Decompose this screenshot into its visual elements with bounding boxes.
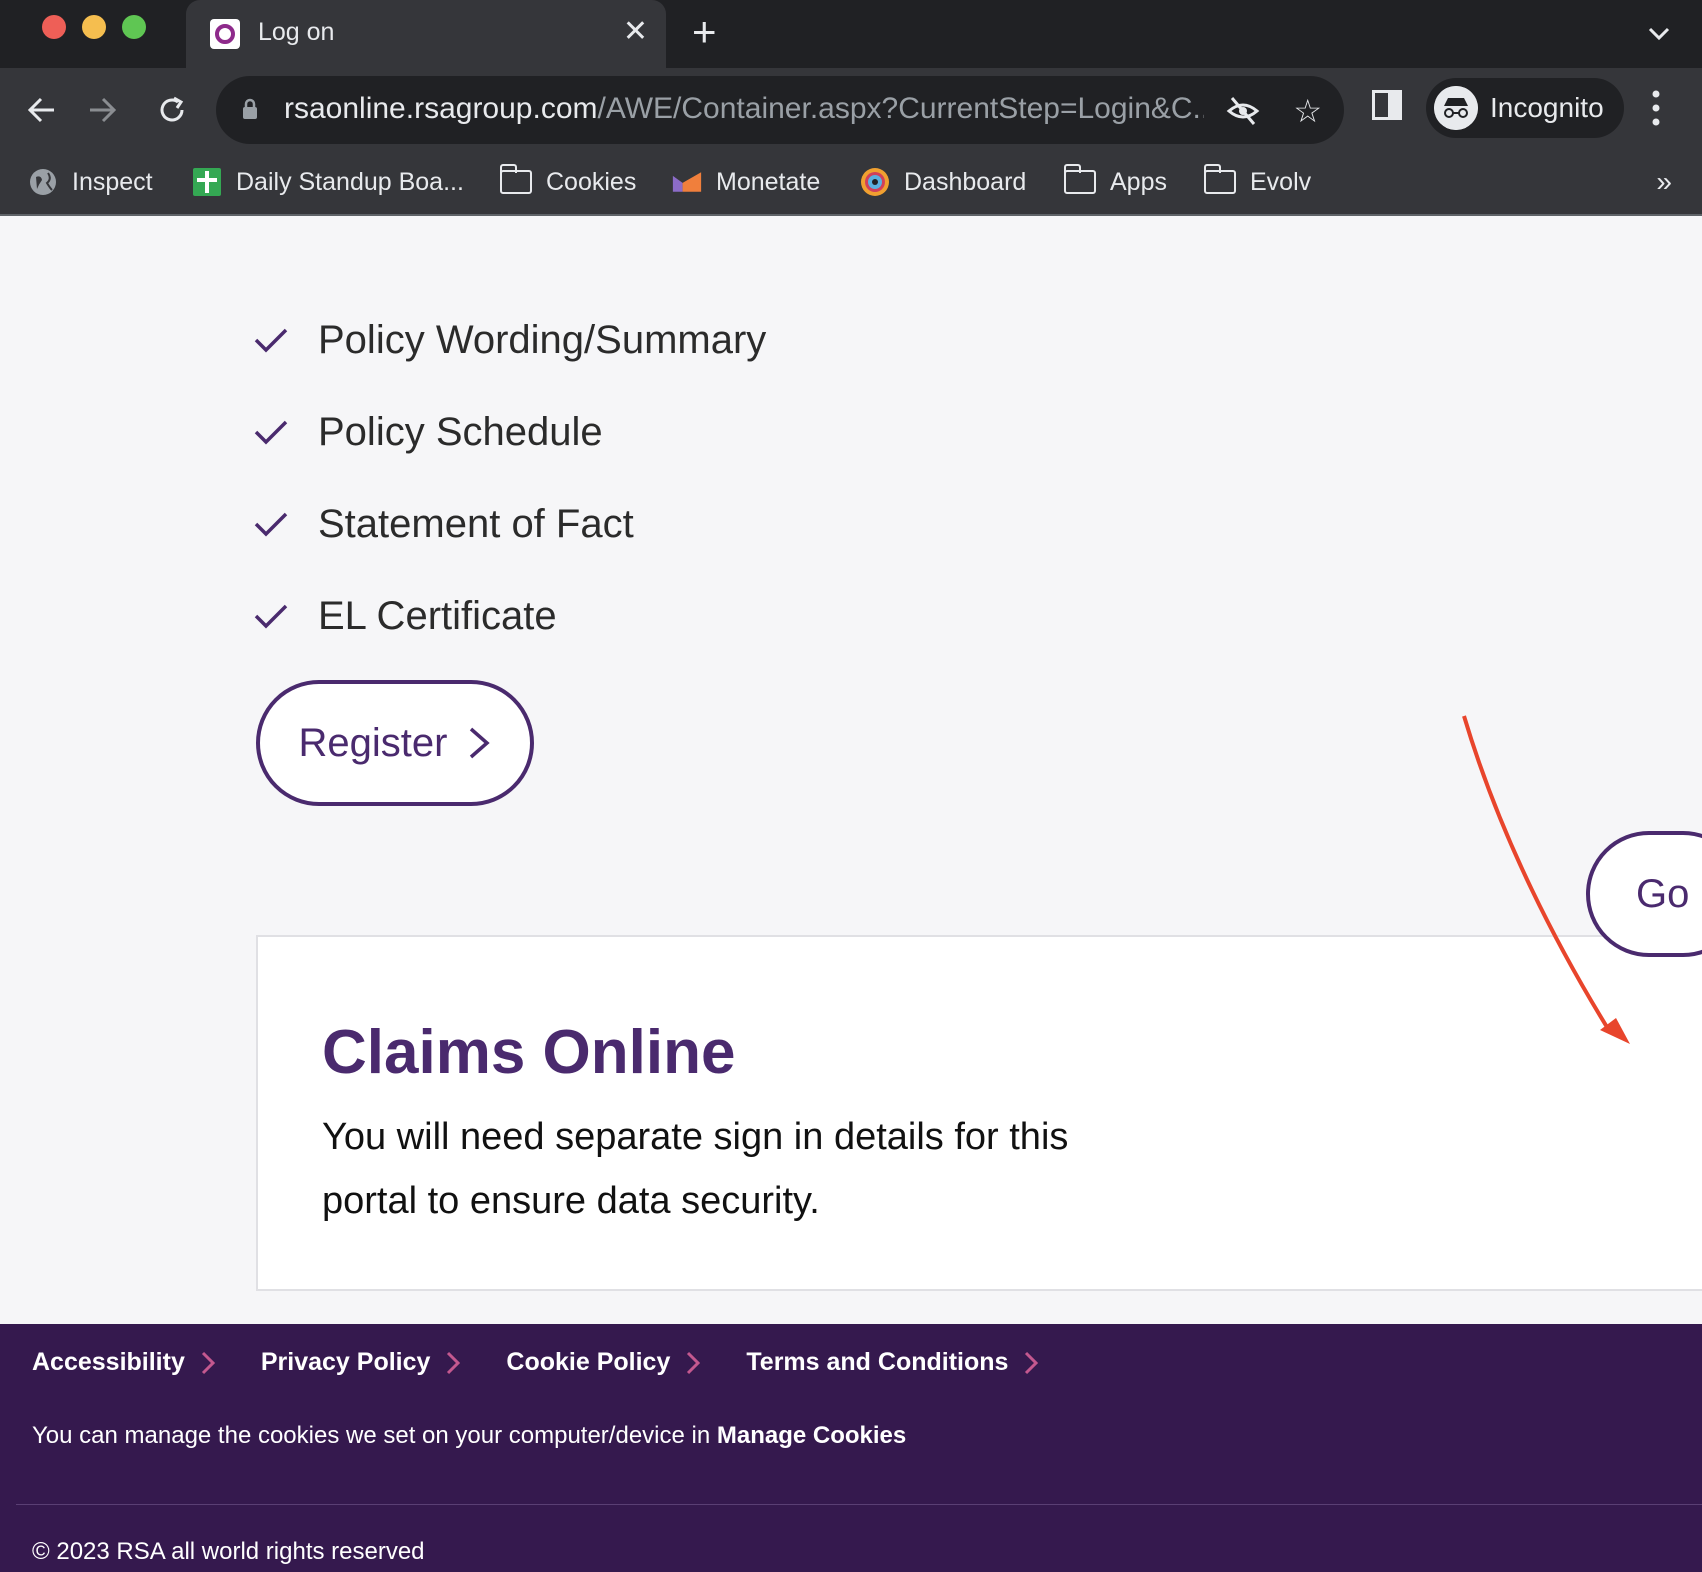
chevron-right-icon (470, 727, 491, 759)
footer-link-accessibility[interactable]: Accessibility (32, 1348, 215, 1377)
claims-title: Claims Online (322, 1018, 736, 1087)
footer-link-label: Cookie Policy (506, 1348, 671, 1376)
url-text[interactable]: rsaonline.rsagroup.com/AWE/Container.asp… (284, 92, 1204, 126)
bookmarks-bar: Inspect Daily Standup Boa... Cookies Mon… (0, 152, 1702, 216)
eye-slash-icon[interactable] (1226, 94, 1260, 128)
checklist-label: Policy Schedule (318, 410, 603, 454)
bookmark-label: Inspect (72, 167, 153, 196)
bookmark-label: Cookies (546, 167, 637, 196)
chevron-right-icon (687, 1351, 701, 1374)
checklist-label: Statement of Fact (318, 502, 634, 546)
bookmark-label: Dashboard (904, 167, 1027, 196)
bookmark-monetate[interactable]: Monetate (672, 164, 820, 200)
footer-link-label: Accessibility (32, 1348, 185, 1376)
claims-online-card: Claims Online You will need separate sig… (256, 935, 1702, 1291)
list-item: Policy Wording/Summary (252, 316, 766, 408)
more-bookmarks-chevron-icon[interactable]: » (1656, 166, 1672, 198)
manage-cookies-link[interactable]: Manage Cookies (717, 1422, 906, 1449)
list-item: Statement of Fact (252, 500, 766, 592)
footer-link-label: Terms and Conditions (746, 1348, 1009, 1376)
tab-close-icon[interactable]: ✕ (623, 14, 648, 49)
list-item: Policy Schedule (252, 408, 766, 500)
footer-links: Accessibility Privacy Policy Cookie Poli… (32, 1348, 1084, 1377)
dashboard-icon (861, 168, 889, 196)
cookie-notice-text: You can manage the cookies we set on you… (32, 1422, 717, 1449)
bookmark-label: Evolv (1250, 167, 1312, 196)
reload-icon[interactable] (148, 86, 196, 134)
incognito-profile-button[interactable]: Incognito (1426, 78, 1624, 138)
register-label: Register (298, 720, 448, 765)
folder-icon (1064, 164, 1096, 194)
bookmark-label: Monetate (716, 167, 821, 196)
tab-search-chevron-icon[interactable] (1644, 18, 1674, 48)
chevron-right-icon (447, 1351, 461, 1374)
footer-divider (16, 1504, 1702, 1505)
checkmark-icon (254, 512, 288, 537)
checklist-label: Policy Wording/Summary (318, 318, 767, 362)
bookmark-dashboard[interactable]: Dashboard (860, 164, 1026, 200)
page-content: Policy Wording/Summary Policy Schedule S… (0, 218, 1702, 1324)
footer-link-privacy-policy[interactable]: Privacy Policy (261, 1348, 461, 1377)
url-domain: rsaonline.rsagroup.com (284, 92, 598, 125)
incognito-icon (1434, 86, 1478, 130)
lock-icon[interactable] (242, 98, 258, 120)
tab-log-on[interactable]: Log on ✕ (186, 0, 666, 68)
footer-link-cookie-policy[interactable]: Cookie Policy (506, 1348, 701, 1377)
register-button[interactable]: Register (256, 680, 534, 806)
checkmark-icon (254, 328, 288, 353)
maximize-window-button[interactable] (122, 15, 146, 39)
chevron-right-icon (201, 1351, 215, 1374)
incognito-label: Incognito (1490, 92, 1604, 123)
close-window-button[interactable] (42, 15, 66, 39)
browser-toolbar: rsaonline.rsagroup.com/AWE/Container.asp… (0, 68, 1702, 152)
address-bar[interactable]: rsaonline.rsagroup.com/AWE/Container.asp… (216, 76, 1344, 144)
checkmark-icon (254, 420, 288, 445)
back-arrow-icon[interactable] (18, 86, 66, 134)
tab-title: Log on (258, 18, 335, 46)
feature-checklist: Policy Wording/Summary Policy Schedule S… (252, 316, 766, 684)
bookmark-apps[interactable]: Apps (1064, 164, 1167, 200)
bookmark-evolv[interactable]: Evolv (1204, 164, 1311, 200)
go-button[interactable]: Go (1586, 831, 1702, 957)
sheets-icon (193, 168, 221, 196)
site-footer: Accessibility Privacy Policy Cookie Poli… (0, 1324, 1702, 1572)
minimize-window-button[interactable] (82, 15, 106, 39)
folder-icon (1204, 164, 1236, 194)
list-item: EL Certificate (252, 592, 766, 684)
bookmark-label: Daily Standup Boa... (236, 167, 464, 196)
claims-description: You will need separate sign in details f… (322, 1116, 1069, 1222)
bookmark-daily-standup[interactable]: Daily Standup Boa... (192, 164, 464, 200)
bookmark-inspect[interactable]: Inspect (28, 164, 153, 200)
monetate-icon (672, 172, 702, 192)
checklist-label: EL Certificate (318, 594, 557, 638)
bookmark-cookies[interactable]: Cookies (500, 164, 636, 200)
side-panel-icon[interactable] (1372, 90, 1402, 120)
footer-link-label: Privacy Policy (260, 1348, 431, 1376)
forward-arrow-icon[interactable] (78, 86, 126, 134)
folder-icon (500, 164, 532, 194)
footer-link-terms[interactable]: Terms and Conditions (746, 1348, 1039, 1377)
footer-cookie-notice: You can manage the cookies we set on you… (32, 1422, 906, 1450)
footer-copyright: © 2023 RSA all world rights reserved (32, 1538, 425, 1565)
browser-menu-icon[interactable] (1652, 88, 1660, 128)
browser-tab-bar: Log on ✕ + (0, 0, 1702, 68)
bookmark-star-icon[interactable]: ☆ (1293, 92, 1322, 130)
chevron-right-icon (1025, 1351, 1039, 1374)
checkmark-icon (254, 604, 288, 629)
new-tab-plus-icon[interactable]: + (692, 10, 717, 54)
globe-icon (30, 169, 56, 195)
url-path: /AWE/Container.aspx?CurrentStep=Login&C.… (597, 92, 1205, 125)
bookmark-label: Apps (1110, 167, 1167, 196)
go-label: Go (1636, 871, 1690, 916)
rsa-favicon-icon (210, 19, 240, 49)
